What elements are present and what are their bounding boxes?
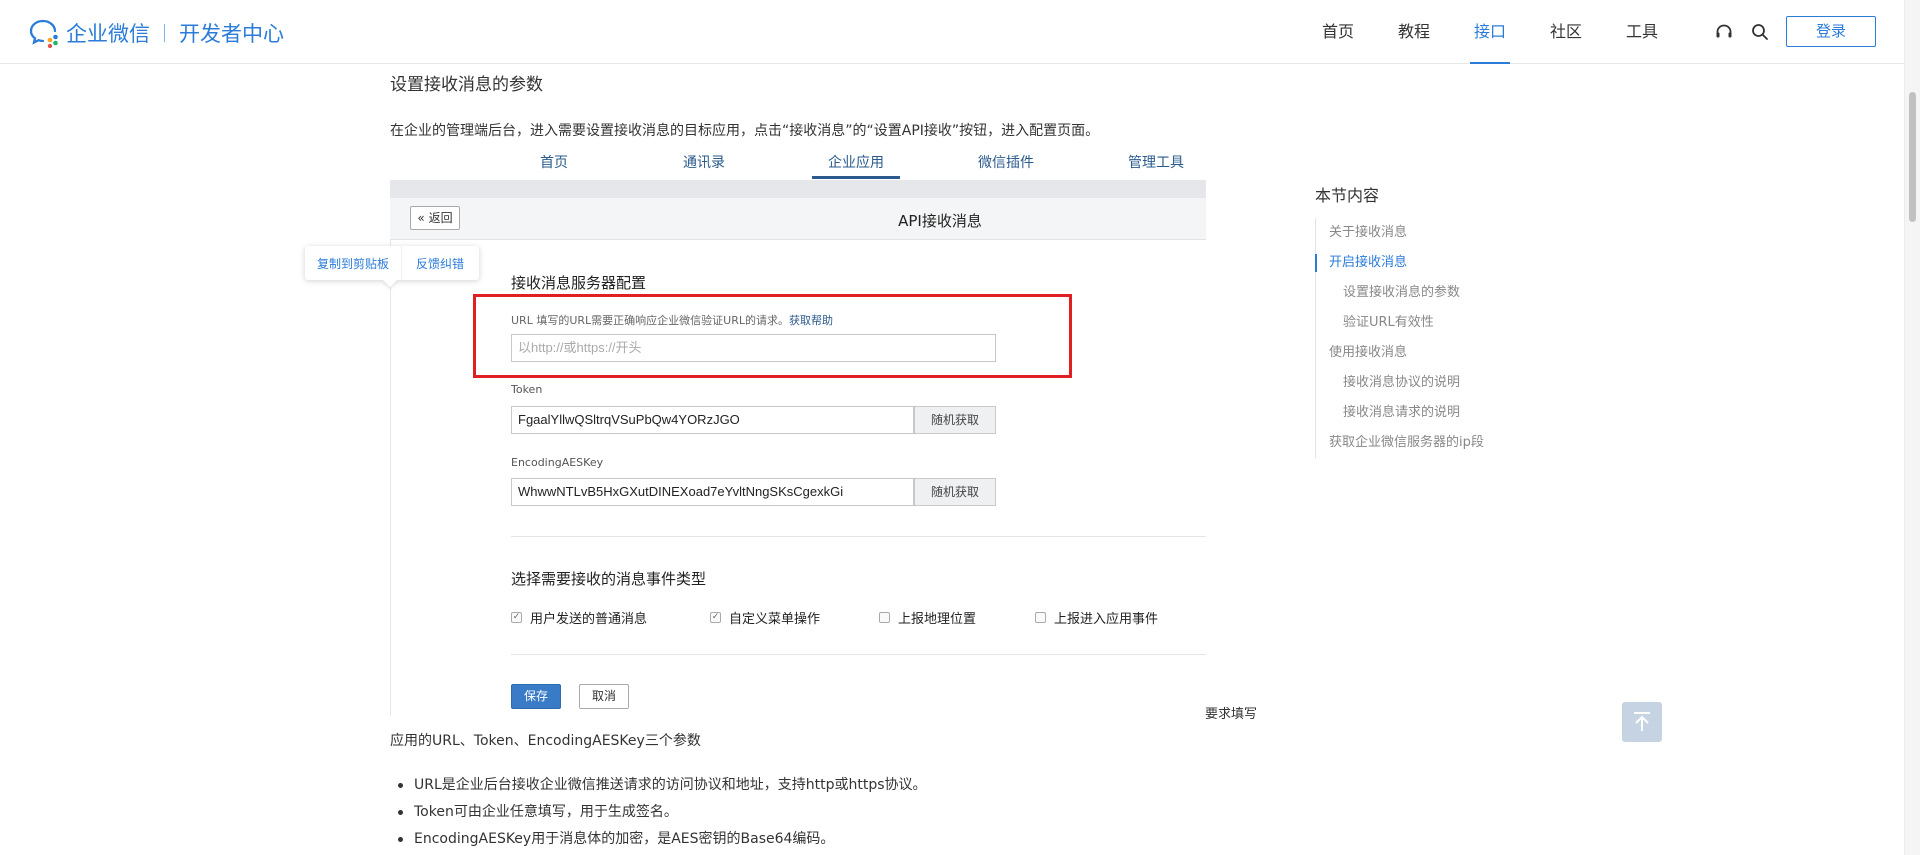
shot-cancel-button: 取消 <box>579 684 629 709</box>
event-label: 上报进入应用事件 <box>1054 612 1159 627</box>
url-highlight-box <box>473 294 1072 378</box>
aes-key-label: EncodingAESKey <box>511 456 604 469</box>
page-scrollbar[interactable] <box>1904 0 1920 855</box>
screenshot-tabs: 首页 通讯录 企业应用 微信插件 管理工具 <box>390 146 1206 180</box>
search-icon[interactable] <box>1750 22 1770 42</box>
required-note: 要求填写 <box>1205 707 1258 722</box>
logo-subtitle: 开发者中心 <box>179 22 284 46</box>
event-enter-app: 上报进入应用事件 <box>1035 608 1158 627</box>
shot-tab-home: 首页 <box>540 155 568 171</box>
logo-text: 企业微信 <box>66 22 150 46</box>
intro-paragraph: 在企业的管理端后台，进入需要设置接收消息的目标应用，点击“接收消息”的“设置AP… <box>390 123 1100 139</box>
shot-tab-wechat-plugin: 微信插件 <box>978 155 1034 171</box>
token-random-button: 随机获取 <box>914 406 996 434</box>
event-custom-menu: ✓ 自定义菜单操作 <box>710 608 820 627</box>
nav-home[interactable]: 首页 <box>1300 0 1376 64</box>
toc-item[interactable]: 验证URL有效性 <box>1316 308 1515 338</box>
arrow-up-icon <box>1634 712 1650 731</box>
shot-titlebar <box>390 198 1206 240</box>
shot-tab-contacts: 通讯录 <box>683 155 725 171</box>
wecom-logo-icon <box>29 19 58 49</box>
toc-item[interactable]: 使用接收消息 <box>1316 338 1515 368</box>
event-types-title: 选择需要接收的消息事件类型 <box>511 570 707 588</box>
headset-icon[interactable] <box>1714 22 1734 42</box>
toc-item-active[interactable]: 开启接收消息 <box>1315 248 1515 278</box>
event-label: 自定义菜单操作 <box>729 612 821 627</box>
toc: 关于接收消息 开启接收消息 设置接收消息的参数 验证URL有效性 使用接收消息 … <box>1315 218 1515 458</box>
logo-divider <box>164 24 165 42</box>
params-line: 应用的URL、Token、EncodingAESKey三个参数 <box>390 733 701 749</box>
event-label: 上报地理位置 <box>898 612 977 627</box>
logo[interactable]: 企业微信 开发者中心 <box>28 16 284 50</box>
token-input: FgaalYllwQSltrqVSuPbQw4YORzJGO <box>511 406 914 434</box>
toc-item[interactable]: 关于接收消息 <box>1316 218 1515 248</box>
toc-title: 本节内容 <box>1315 186 1380 205</box>
embedded-screenshot: 首页 通讯录 企业应用 微信插件 管理工具 « 返回 API接收消息 接收消息服… <box>390 146 1206 716</box>
main-nav: 首页 教程 接口 社区 工具 <box>1300 0 1680 64</box>
nav-community[interactable]: 社区 <box>1528 0 1604 64</box>
shot-left-rule <box>390 240 391 716</box>
event-label: 用户发送的普通消息 <box>530 612 648 627</box>
copy-to-clipboard-button[interactable]: 复制到剪贴板 <box>305 255 401 272</box>
aes-random-button: 随机获取 <box>914 478 996 506</box>
toc-item[interactable]: 设置接收消息的参数 <box>1316 278 1515 308</box>
list-item: Token可由企业任意填写，用于生成签名。 <box>390 801 927 828</box>
scrollbar-thumb[interactable] <box>1909 92 1916 222</box>
shot-tab-apps: 企业应用 <box>828 155 884 171</box>
divider <box>511 654 1206 655</box>
toc-item[interactable]: 获取企业微信服务器的ip段 <box>1316 428 1515 458</box>
feedback-button[interactable]: 反馈纠错 <box>402 255 478 272</box>
nav-api[interactable]: 接口 <box>1452 0 1528 64</box>
server-config-title: 接收消息服务器配置 <box>511 274 647 292</box>
copy-feedback-popover: 复制到剪贴板 反馈纠错 <box>305 246 479 288</box>
aes-key-input: WhwwNTLvB5HxGXutDINEXoad7eYvltNngSKsCgex… <box>511 478 914 506</box>
section-title: 设置接收消息的参数 <box>390 75 543 95</box>
checkbox-unchecked-icon <box>1035 612 1046 623</box>
checkbox-checked-icon: ✓ <box>511 612 522 623</box>
nav-tools[interactable]: 工具 <box>1604 0 1680 64</box>
event-location: 上报地理位置 <box>879 608 976 627</box>
list-item: URL是企业后台接收企业微信推送请求的访问协议和地址，支持http或https协… <box>390 774 927 801</box>
list-item: EncodingAESKey用于消息体的加密，是AES密钥的Base64编码。 <box>390 828 927 855</box>
nav-tutorial[interactable]: 教程 <box>1376 0 1452 64</box>
shot-tab-underline <box>812 176 900 179</box>
shot-save-button: 保存 <box>511 684 561 709</box>
top-header: 企业微信 开发者中心 首页 教程 接口 社区 工具 登录 <box>0 0 1904 64</box>
login-button[interactable]: 登录 <box>1786 16 1876 47</box>
divider <box>511 536 1206 537</box>
param-bullets: URL是企业后台接收企业微信推送请求的访问协议和地址，支持http或https协… <box>390 774 927 855</box>
event-normal-message: ✓ 用户发送的普通消息 <box>511 608 647 627</box>
back-to-top-button[interactable] <box>1622 702 1662 742</box>
checkbox-checked-icon: ✓ <box>710 612 721 623</box>
checkbox-unchecked-icon <box>879 612 890 623</box>
token-label: Token <box>511 383 543 396</box>
shot-gray-band <box>390 180 1206 198</box>
toc-item[interactable]: 接收消息协议的说明 <box>1316 368 1515 398</box>
toc-item[interactable]: 接收消息请求的说明 <box>1316 398 1515 428</box>
shot-tab-admin-tools: 管理工具 <box>1128 155 1184 171</box>
shot-back-button: « 返回 <box>410 206 460 230</box>
